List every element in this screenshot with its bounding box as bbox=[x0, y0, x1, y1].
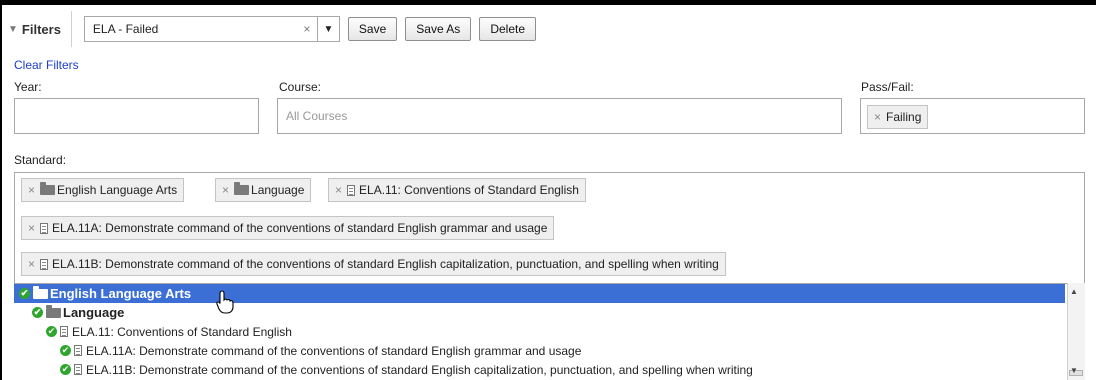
delete-button[interactable]: Delete bbox=[479, 17, 536, 41]
tree-item-ela-11b[interactable]: ✔ ELA.11B: Demonstrate command of the co… bbox=[60, 360, 753, 379]
course-label: Course: bbox=[279, 80, 322, 94]
chip-label: English Language Arts bbox=[57, 183, 178, 197]
course-input[interactable]: All Courses bbox=[277, 98, 842, 134]
tree-item-language[interactable]: ✔ Language bbox=[32, 303, 124, 322]
filters-title: Filters bbox=[21, 21, 61, 37]
passfail-label: Pass/Fail: bbox=[861, 80, 914, 94]
check-icon: ✔ bbox=[19, 288, 30, 299]
standard-chip[interactable]: × Language bbox=[215, 178, 312, 202]
folder-icon bbox=[40, 182, 56, 195]
chip-label: ELA.11B: Demonstrate command of the conv… bbox=[52, 257, 719, 271]
passfail-chip-label: Failing bbox=[886, 110, 922, 124]
saved-filter-value: ELA - Failed bbox=[92, 22, 159, 36]
remove-chip-icon[interactable]: × bbox=[28, 183, 35, 197]
tree-item-label: ELA.11B: Demonstrate command of the conv… bbox=[86, 362, 753, 377]
scroll-up-icon[interactable]: ▲ bbox=[1070, 287, 1078, 296]
folder-icon bbox=[234, 182, 250, 195]
year-label: Year: bbox=[14, 80, 42, 94]
tree-item-label: English Language Arts bbox=[50, 286, 192, 301]
passfail-chip[interactable]: × Failing bbox=[867, 105, 929, 129]
tree-item-label: ELA.11A: Demonstrate command of the conv… bbox=[86, 343, 582, 358]
collapse-triangle-icon: ▼ bbox=[8, 23, 18, 35]
saved-filter-select[interactable]: ELA - Failed × ▼ bbox=[83, 16, 340, 42]
check-icon: ✔ bbox=[46, 326, 57, 337]
save-as-button[interactable]: Save As bbox=[405, 17, 472, 41]
filters-toggle[interactable]: ▼ Filters bbox=[8, 11, 72, 47]
hand-cursor-icon bbox=[216, 290, 234, 314]
filter-bar: ▼ Filters ELA - Failed × ▼ Save Save As … bbox=[8, 10, 536, 48]
check-icon: ✔ bbox=[60, 364, 71, 375]
remove-chip-icon[interactable]: × bbox=[28, 221, 35, 235]
document-icon bbox=[40, 222, 49, 234]
chip-label: ELA.11A: Demonstrate command of the conv… bbox=[52, 221, 548, 235]
document-icon bbox=[60, 326, 68, 337]
tree-item-label: ELA.11: Conventions of Standard English bbox=[72, 324, 292, 339]
folder-icon bbox=[33, 285, 48, 299]
clear-selection-icon[interactable]: × bbox=[297, 22, 317, 36]
check-icon: ✔ bbox=[32, 307, 43, 318]
clear-filters-link[interactable]: Clear Filters bbox=[14, 58, 79, 72]
save-button[interactable]: Save bbox=[347, 17, 398, 41]
chip-label: Language bbox=[251, 183, 305, 197]
document-icon bbox=[40, 258, 49, 270]
dropdown-arrow-icon[interactable]: ▼ bbox=[316, 17, 339, 41]
standard-chip[interactable]: × ELA.11A: Demonstrate command of the co… bbox=[21, 216, 555, 240]
chip-label: ELA.11: Conventions of Standard English bbox=[359, 183, 579, 197]
document-icon bbox=[74, 345, 82, 356]
standard-chip[interactable]: × ELA.11B: Demonstrate command of the co… bbox=[21, 252, 726, 276]
course-placeholder: All Courses bbox=[286, 109, 348, 123]
standard-chip[interactable]: × ELA.11: Conventions of Standard Englis… bbox=[328, 178, 586, 202]
document-icon bbox=[347, 184, 356, 196]
remove-chip-icon[interactable]: × bbox=[28, 257, 35, 271]
tree-item-ela-11a[interactable]: ✔ ELA.11A: Demonstrate command of the co… bbox=[60, 341, 581, 360]
standard-chip[interactable]: × English Language Arts bbox=[21, 178, 185, 202]
year-input[interactable] bbox=[14, 98, 259, 134]
standard-label: Standard: bbox=[14, 153, 67, 167]
remove-chip-icon[interactable]: × bbox=[335, 183, 342, 197]
remove-chip-icon[interactable]: × bbox=[222, 183, 229, 197]
folder-icon bbox=[46, 304, 61, 318]
tree-item-english-language-arts[interactable]: ✔ English Language Arts bbox=[14, 284, 1065, 303]
scroll-down-icon[interactable]: ▼ bbox=[1070, 366, 1078, 375]
passfail-input[interactable]: × Failing bbox=[860, 98, 1085, 134]
remove-chip-icon[interactable]: × bbox=[874, 110, 881, 124]
check-icon: ✔ bbox=[60, 345, 71, 356]
tree-item-label: Language bbox=[63, 305, 125, 320]
tree-item-ela-11[interactable]: ✔ ELA.11: Conventions of Standard Englis… bbox=[46, 322, 292, 341]
document-icon bbox=[74, 364, 82, 375]
